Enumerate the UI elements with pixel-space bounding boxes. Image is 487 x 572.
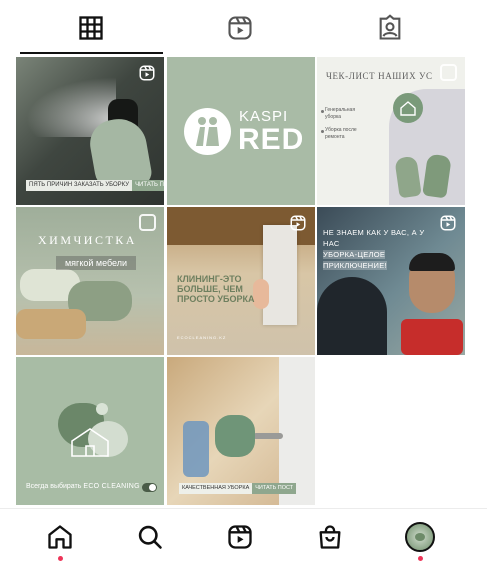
logo-badge bbox=[393, 93, 423, 123]
post-tile[interactable]: ЧЕК-ЛИСТ НАШИХ УС Генеральная уборка Убо… bbox=[317, 57, 465, 205]
post-tile[interactable]: КЛИНИНГ-ЭТО БОЛЬШЕ, ЧЕМ ПРОСТО УБОРКА EC… bbox=[167, 207, 315, 355]
red-towel-image bbox=[401, 319, 463, 355]
post-tile[interactable]: ПЯТЬ ПРИЧИН ЗАКАЗАТЬ УБОРКУЧИТАТЬ ПОСТ bbox=[16, 57, 164, 205]
post-headline: КЛИНИНГ-ЭТО БОЛЬШЕ, ЧЕМ ПРОСТО УБОРКА bbox=[177, 274, 255, 304]
decor-bubble bbox=[96, 403, 108, 415]
basket-image bbox=[16, 309, 86, 339]
door-handle-image bbox=[253, 433, 283, 439]
post-subtitle: мягкой мебели bbox=[64, 258, 128, 268]
nav-home[interactable] bbox=[38, 515, 82, 559]
spray-bottle bbox=[183, 421, 209, 477]
tab-tagged[interactable] bbox=[309, 0, 471, 56]
post-tile[interactable]: Всегда выбирать ECO CLEANING bbox=[16, 357, 164, 505]
checklist-item: Уборка после ремонта bbox=[325, 127, 357, 140]
house-outline-icon bbox=[71, 428, 109, 457]
caption-strip: ПЯТЬ ПРИЧИН ЗАКАЗАТЬ УБОРКУЧИТАТЬ ПОСТ bbox=[26, 180, 164, 191]
post-footer: ECOCLEANING.KZ bbox=[177, 335, 227, 340]
post-line-highlight: УБОРКА-ЦЕЛОЕ bbox=[323, 250, 386, 259]
carousel-badge-icon bbox=[139, 214, 156, 231]
reel-badge-icon bbox=[440, 215, 456, 231]
brand-tagline: Всегда выбирать ECO CLEANING bbox=[26, 483, 140, 490]
bottom-nav bbox=[0, 508, 487, 572]
nav-profile[interactable] bbox=[398, 515, 442, 559]
tagline-brand: ECO CLEANING bbox=[83, 483, 140, 490]
post-line: НЕ ЗНАЕМ КАК У ВАС, А У НАС bbox=[323, 228, 425, 248]
nav-search[interactable] bbox=[128, 515, 172, 559]
kaspi-logo-icon bbox=[196, 117, 219, 146]
post-tile[interactable]: KASPI RED bbox=[167, 57, 315, 205]
caption-strip: КАЧЕСТВЕННАЯ УБОРКА ЧИТАТЬ ПОСТ bbox=[179, 483, 297, 494]
post-tile[interactable]: НЕ ЗНАЕМ КАК У ВАС, А У НАС УБОРКА-ЦЕЛОЕ… bbox=[317, 207, 465, 355]
tab-grid[interactable] bbox=[10, 0, 172, 56]
post-title: ЧЕК-ЛИСТ НАШИХ УС bbox=[326, 71, 433, 81]
tagline-prefix: Всегда выбирать bbox=[26, 483, 82, 490]
tab-reels[interactable] bbox=[159, 0, 321, 56]
post-line-highlight: ПРИКЛЮЧЕНИЕ! bbox=[323, 261, 387, 270]
post-text: НЕ ЗНАЕМ КАК У ВАС, А У НАС УБОРКА-ЦЕЛОЕ… bbox=[323, 227, 433, 271]
post-tile[interactable]: ХИМЧИСТКА мягкой мебели bbox=[16, 207, 164, 355]
carousel-badge-icon bbox=[440, 64, 457, 81]
caption-right: ЧИТАТЬ ПОСТ bbox=[252, 483, 297, 494]
search-icon bbox=[138, 525, 162, 549]
nav-reels[interactable] bbox=[218, 515, 262, 559]
active-tab-indicator bbox=[20, 52, 163, 54]
reels-icon bbox=[228, 525, 252, 549]
house-icon bbox=[400, 101, 416, 116]
logo-bottom-text: RED bbox=[238, 123, 305, 156]
caption-left: ПЯТЬ ПРИЧИН ЗАКАЗАТЬ УБОРКУ bbox=[26, 180, 133, 191]
tagged-person-icon bbox=[379, 14, 401, 40]
caption-left: КАЧЕСТВЕННАЯ УБОРКА bbox=[179, 483, 253, 494]
profile-avatar bbox=[405, 522, 435, 552]
person-shoulder-image bbox=[317, 277, 387, 355]
toggle-switch-icon bbox=[142, 483, 157, 492]
home-icon bbox=[48, 525, 72, 549]
notification-dot bbox=[418, 556, 423, 561]
checklist-item: Генеральная уборка bbox=[325, 107, 356, 120]
profile-tabs bbox=[0, 0, 487, 56]
kaspi-logo-circle bbox=[184, 108, 231, 155]
reel-badge-icon bbox=[290, 215, 306, 231]
glove-image bbox=[215, 415, 255, 457]
nav-shop[interactable] bbox=[308, 515, 352, 559]
reel-badge-icon bbox=[139, 65, 155, 81]
caption-right: ЧИТАТЬ ПОСТ bbox=[132, 180, 164, 191]
shopping-bag-icon bbox=[319, 525, 341, 549]
post-line: ПРИКЛЮЧЕНИЕ! bbox=[323, 260, 433, 271]
post-title: ХИМЧИСТКА bbox=[38, 233, 137, 247]
grid-icon bbox=[79, 16, 103, 40]
notification-dot bbox=[58, 556, 63, 561]
reels-icon bbox=[228, 16, 252, 40]
bullet-icon bbox=[321, 130, 324, 133]
post-line: УБОРКА-ЦЕЛОЕ bbox=[323, 249, 433, 260]
bullet-icon bbox=[321, 110, 324, 113]
post-tile[interactable]: КАЧЕСТВЕННАЯ УБОРКА ЧИТАТЬ ПОСТ bbox=[167, 357, 315, 505]
